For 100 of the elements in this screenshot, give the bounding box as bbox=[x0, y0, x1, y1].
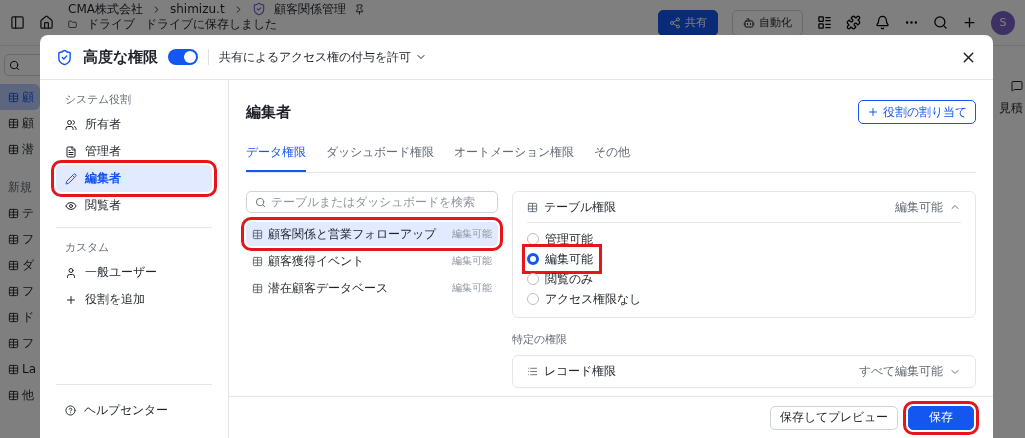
save-preview-button[interactable]: 保存してプレビュー bbox=[770, 405, 898, 430]
help-icon bbox=[65, 405, 76, 416]
radio-option[interactable]: 閲覧のみ bbox=[527, 269, 597, 289]
tab[interactable]: オートメーション権限 bbox=[454, 138, 574, 172]
radio-option[interactable]: 管理可能 bbox=[527, 229, 597, 249]
sidebar-item[interactable]: フ bbox=[0, 330, 40, 356]
role-item[interactable]: 所有者 bbox=[56, 111, 212, 138]
list-icon bbox=[527, 366, 538, 377]
option-label: 編集可能 bbox=[545, 250, 593, 268]
radio-button[interactable] bbox=[527, 273, 539, 285]
document-icon bbox=[65, 145, 77, 158]
dialog-title: 高度な権限 bbox=[83, 47, 158, 67]
card-title: テーブル権限 bbox=[544, 198, 616, 216]
breadcrumb-item[interactable]: shimizu.t bbox=[169, 2, 225, 16]
sharing-dropdown[interactable]: 共有によるアクセス権の付与を許可 bbox=[219, 48, 427, 66]
sidebar-item[interactable]: フ bbox=[0, 226, 40, 252]
table-icon bbox=[8, 389, 19, 401]
table-icon bbox=[8, 363, 19, 375]
pencil-icon bbox=[65, 172, 77, 185]
permission-label: 編集可能 bbox=[452, 254, 492, 268]
permission-value: 編集可能 bbox=[895, 198, 943, 216]
radio-button[interactable] bbox=[527, 293, 539, 305]
robot-icon bbox=[743, 16, 755, 29]
table-item[interactable]: 顧客獲得イベント 編集可能 bbox=[246, 249, 498, 273]
section-label: カスタム bbox=[64, 240, 110, 256]
help-center-link[interactable]: ヘルプセンター bbox=[56, 397, 212, 424]
section-heading: 新規 bbox=[7, 178, 33, 196]
plus-icon bbox=[65, 293, 77, 306]
sidebar-item[interactable]: La bbox=[0, 356, 40, 382]
share-button[interactable]: 共有 bbox=[658, 9, 718, 36]
table-icon bbox=[252, 228, 263, 240]
plus-icon bbox=[867, 106, 879, 118]
table-icon bbox=[252, 282, 263, 294]
assign-role-button[interactable]: 役割の割り当て bbox=[858, 100, 976, 124]
card-title: レコード権限 bbox=[544, 363, 616, 380]
section-label: システム役割 bbox=[64, 92, 132, 108]
role-item[interactable]: 閲覧者 bbox=[56, 192, 212, 219]
table-icon bbox=[252, 255, 263, 267]
tab[interactable]: その他 bbox=[594, 138, 630, 172]
search-field[interactable]: テーブルまたはダッシュボードを検索 bbox=[246, 191, 498, 213]
search-icon bbox=[255, 196, 266, 208]
automation-button[interactable]: 自動化 bbox=[732, 9, 803, 36]
folder-name[interactable]: ドライブ bbox=[87, 17, 135, 31]
breadcrumb-item[interactable]: 顧客関係管理 bbox=[273, 2, 346, 16]
permission-icon bbox=[56, 48, 73, 66]
radio-option[interactable]: 編集可能 bbox=[527, 249, 597, 269]
table-name: 顧客関係と営業フォローアップ bbox=[268, 225, 436, 243]
plus-icon[interactable] bbox=[962, 15, 977, 30]
radio-option[interactable]: アクセス権限なし bbox=[527, 289, 645, 309]
radio-button[interactable] bbox=[527, 233, 539, 245]
table-icon bbox=[8, 91, 19, 103]
sidebar-item[interactable]: 顧 bbox=[0, 110, 40, 136]
user-avatar[interactable]: S bbox=[991, 10, 1015, 35]
option-label: アクセス権限なし bbox=[545, 290, 641, 308]
search-icon bbox=[9, 59, 20, 71]
breadcrumb-item[interactable]: CMA株式会社 bbox=[68, 2, 143, 16]
folder-icon bbox=[68, 19, 77, 29]
role-title: 編集者 bbox=[246, 102, 291, 122]
tab[interactable]: ダッシュボード権限 bbox=[326, 138, 434, 172]
table-icon bbox=[8, 143, 19, 155]
sidebar-item[interactable]: ド bbox=[0, 304, 40, 330]
app-icon bbox=[251, 2, 266, 16]
share-icon bbox=[669, 16, 681, 29]
table-icon bbox=[8, 259, 19, 271]
people-icon bbox=[65, 118, 77, 131]
home-icon[interactable] bbox=[39, 15, 54, 30]
sidebar-item[interactable]: フ bbox=[0, 278, 40, 304]
column-header: 見積 bbox=[999, 100, 1023, 117]
role-item[interactable]: 一般ユーザー bbox=[56, 259, 212, 286]
role-item[interactable]: 管理者 bbox=[56, 138, 212, 165]
sidebar-item[interactable]: ダ bbox=[0, 252, 40, 278]
bell-icon[interactable] bbox=[875, 15, 890, 30]
role-item[interactable]: 役割を追加 bbox=[56, 286, 212, 313]
radio-button[interactable] bbox=[527, 253, 539, 265]
sidebar-item[interactable]: テ bbox=[0, 200, 40, 226]
permission-label: 編集可能 bbox=[452, 281, 492, 295]
pin-icon[interactable] bbox=[353, 3, 365, 15]
puzzle-icon[interactable] bbox=[846, 15, 861, 30]
table-name: 顧客獲得イベント bbox=[268, 252, 364, 270]
table-icon bbox=[8, 337, 19, 349]
section-label: 特定の権限 bbox=[512, 332, 568, 347]
option-label: 管理可能 bbox=[545, 230, 593, 248]
toggle-switch[interactable] bbox=[168, 49, 198, 65]
permission-label: 編集可能 bbox=[452, 227, 492, 241]
sidebar-toggle-icon[interactable] bbox=[10, 15, 25, 30]
tab[interactable]: データ権限 bbox=[246, 138, 306, 172]
save-status: ドライブに保存しました bbox=[145, 17, 277, 31]
sidebar-item[interactable]: 潜 bbox=[0, 136, 40, 162]
table-icon bbox=[527, 201, 538, 213]
table-icon bbox=[8, 117, 19, 129]
permission-value: すべて編集可能 bbox=[859, 363, 943, 380]
sidebar-item[interactable]: 他 bbox=[0, 382, 40, 408]
table-icon bbox=[8, 233, 19, 245]
eye-icon bbox=[65, 199, 77, 212]
form-icon[interactable] bbox=[817, 15, 832, 30]
table-item[interactable]: 潜在顧客データベース 編集可能 bbox=[246, 276, 498, 300]
table-icon bbox=[8, 285, 19, 297]
search-icon[interactable] bbox=[933, 15, 948, 30]
table-icon bbox=[8, 311, 19, 323]
comment-icon[interactable] bbox=[1011, 80, 1023, 92]
